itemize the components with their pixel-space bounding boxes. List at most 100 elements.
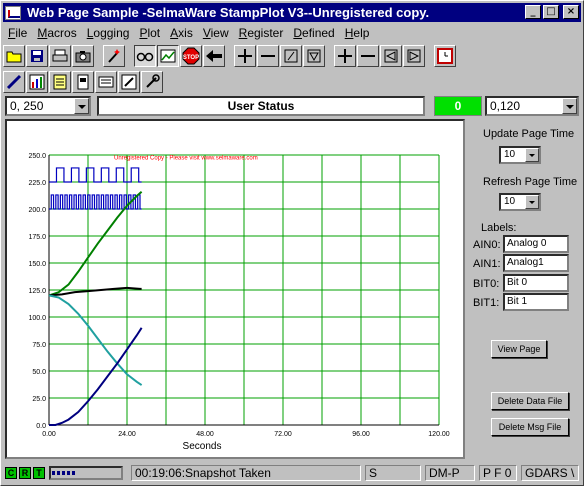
chevron-down-icon[interactable] [74, 98, 89, 114]
y-tick-label: 200.0 [28, 207, 46, 214]
logging-icon[interactable] [95, 71, 117, 93]
refresh-time-select[interactable]: 10 [499, 193, 541, 211]
right-triangle-icon[interactable] [403, 45, 425, 67]
save-icon[interactable] [26, 45, 48, 67]
chart-icon[interactable] [157, 45, 179, 67]
minimize-button[interactable]: _ [525, 5, 541, 19]
plot-svg: 0.0 25.0 50.0 75.0 100.0 125.0 150.0 175.0 200.0… [28, 153, 450, 452]
bit1-label: BIT1: [473, 297, 500, 309]
chevron-down-icon[interactable] [525, 148, 539, 162]
status-message: 00:19:06:Snapshot Taken [131, 465, 361, 481]
y-tick-label: 0.0 [36, 423, 46, 430]
y-tick-label: 75.0 [32, 342, 46, 349]
status-bar: C R T 00:19:06:Snapshot Taken S DM-P P F… [3, 463, 581, 483]
x-tick-label: 48.00 [196, 431, 214, 438]
series-line [49, 327, 143, 426]
update-time-value: 10 [504, 149, 516, 160]
series-line [48, 294, 143, 386]
bit1-field[interactable]: Bit 1 [503, 293, 569, 311]
x-tick-label: 0.00 [42, 431, 56, 438]
range-combo-value: 0, 250 [10, 99, 44, 113]
x-tick-label: 72.00 [274, 431, 292, 438]
y-tick-label: 150.0 [28, 261, 46, 268]
menu-register[interactable]: Register [234, 26, 289, 40]
r-indicator: R [19, 467, 31, 479]
ain1-label: AIN1: [473, 258, 501, 270]
stop-icon[interactable]: STOP [180, 45, 202, 67]
minus-icon[interactable] [357, 45, 379, 67]
data-chart-icon[interactable] [26, 71, 48, 93]
x-tick-label: 120.00 [428, 431, 450, 438]
menu-view[interactable]: View [198, 26, 234, 40]
menu-plot[interactable]: Plot [134, 26, 165, 40]
edit-icon[interactable] [118, 71, 140, 93]
status-indicator: 0 [434, 96, 482, 116]
close-button[interactable]: × [563, 5, 579, 19]
refresh-time-label: Refresh Page Time [483, 176, 578, 188]
menu-logging[interactable]: Logging [82, 26, 135, 40]
labels-title: Labels: [481, 222, 517, 234]
status-pf: P F 0 [479, 465, 517, 481]
time-combo[interactable]: 0,120 [485, 96, 579, 116]
window-controls: _ □ × [525, 5, 579, 19]
ain1-field[interactable]: Analog1 [503, 254, 569, 272]
menu-axis[interactable]: Axis [165, 26, 198, 40]
chevron-down-icon[interactable] [525, 195, 539, 209]
camera-icon[interactable] [72, 45, 94, 67]
y-tick-label: 175.0 [28, 234, 46, 241]
slash-box-icon[interactable] [280, 45, 302, 67]
t-indicator: T [33, 467, 45, 479]
plus-icon[interactable] [234, 45, 256, 67]
update-time-label: Update Page Time [483, 128, 575, 140]
menu-bar: File Macros Logging Plot Axis View Register Def… [3, 23, 581, 42]
arrow-left-icon[interactable] [203, 45, 225, 67]
plus-icon[interactable] [334, 45, 356, 67]
x-tick-label: 96.00 [352, 431, 370, 438]
chevron-down-icon[interactable] [562, 98, 577, 114]
y-tick-label: 250.0 [28, 153, 46, 160]
stop-label: STOP [183, 55, 199, 61]
update-time-select[interactable]: 10 [499, 146, 541, 164]
left-triangle-icon[interactable] [380, 45, 402, 67]
clock-icon[interactable] [434, 45, 456, 67]
notes-icon[interactable] [49, 71, 71, 93]
refresh-time-value: 10 [504, 196, 516, 207]
maximize-button[interactable]: □ [543, 5, 559, 19]
open-folder-icon[interactable] [3, 45, 25, 67]
wand-icon[interactable] [103, 45, 125, 67]
view-page-button[interactable]: View Page [491, 340, 547, 358]
bit0-field[interactable]: Bit 0 [503, 274, 569, 292]
plot-area[interactable]: 0.0 25.0 50.0 75.0 100.0 125.0 150.0 175.0 200.0… [5, 119, 465, 459]
watermark: Unregistered Copy - Please visit www.sel… [114, 155, 258, 161]
pen-icon[interactable] [3, 71, 25, 93]
digital-trace [49, 194, 142, 210]
document-icon[interactable] [72, 71, 94, 93]
tools-icon[interactable] [141, 71, 163, 93]
y-tick-label: 125.0 [28, 288, 46, 295]
bit0-label: BIT0: [473, 278, 500, 290]
menu-defined[interactable]: Defined [288, 26, 339, 40]
delete-msg-file-button[interactable]: Delete Msg File [491, 418, 569, 436]
menu-file[interactable]: File [3, 26, 32, 40]
menu-help[interactable]: Help [340, 26, 375, 40]
range-combo[interactable]: 0, 250 [5, 96, 91, 116]
ain0-field[interactable]: Analog 0 [503, 235, 569, 253]
y-tick-label: 225.0 [28, 180, 46, 187]
title-bar[interactable]: Web Page Sample -SelmaWare StampPlot V3-… [3, 3, 581, 22]
menu-macros[interactable]: Macros [32, 26, 81, 40]
digital-trace [49, 167, 142, 183]
minus-icon[interactable] [257, 45, 279, 67]
spectacles-icon[interactable] [134, 45, 156, 67]
time-combo-value: 0,120 [490, 99, 521, 113]
status-dmp: DM-P [425, 465, 475, 481]
delete-data-file-button[interactable]: Delete Data File [491, 392, 569, 410]
secondary-toolbar [3, 69, 164, 95]
y-tick-label: 100.0 [28, 315, 46, 322]
progress-fill [52, 471, 76, 475]
c-indicator: C [5, 467, 17, 479]
down-triangle-icon[interactable] [303, 45, 325, 67]
window-title: Web Page Sample -SelmaWare StampPlot V3-… [27, 5, 430, 20]
print-icon[interactable] [49, 45, 71, 67]
app-icon [5, 5, 21, 20]
main-toolbar: STOP [3, 43, 457, 69]
